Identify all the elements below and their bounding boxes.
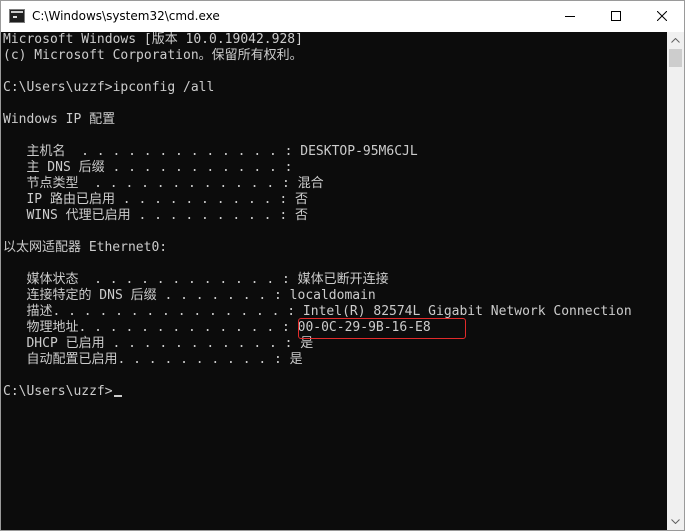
- close-icon: [657, 11, 667, 21]
- console-line: 媒体状态 . . . . . . . . . . . . : 媒体已断开连接: [3, 272, 389, 287]
- scroll-up-arrow-icon: [671, 38, 680, 43]
- cmd-window: C:\Windows\system32\cmd.exe Microsoft Wi…: [0, 0, 685, 531]
- console-line: (c) Microsoft Corporation。保留所有权利。: [3, 48, 303, 63]
- minimize-button[interactable]: [547, 1, 593, 32]
- console-line: WINS 代理已启用 . . . . . . . . . : 否: [3, 208, 308, 223]
- console-line: Windows IP 配置: [3, 112, 116, 127]
- console-output[interactable]: Microsoft Windows [版本 10.0.19042.928] (c…: [1, 32, 667, 530]
- close-button[interactable]: [639, 1, 685, 32]
- window-title: C:\Windows\system32\cmd.exe: [32, 9, 220, 23]
- console-prompt: C:\Users\uzzf>: [3, 384, 113, 399]
- maximize-button[interactable]: [593, 1, 639, 32]
- console-line: 连接特定的 DNS 后缀 . . . . . . . : localdomain: [3, 288, 376, 303]
- console-line: 节点类型 . . . . . . . . . . . . : 混合: [3, 176, 324, 191]
- console-line: C:\Users\uzzf>ipconfig /all: [3, 80, 215, 95]
- mac-address-highlight: [298, 318, 466, 339]
- console-line: DHCP 已启用 . . . . . . . . . . . : 是: [3, 336, 314, 351]
- console-line: 以太网适配器 Ethernet0:: [3, 240, 168, 255]
- maximize-icon: [611, 11, 621, 21]
- console-line: 主 DNS 后缀 . . . . . . . . . . . :: [3, 160, 293, 175]
- console-line: IP 路由已启用 . . . . . . . . . . : 否: [3, 192, 308, 207]
- scroll-down-button[interactable]: [667, 513, 684, 530]
- title-bar[interactable]: C:\Windows\system32\cmd.exe: [1, 1, 684, 32]
- vertical-scrollbar[interactable]: [667, 32, 684, 530]
- minimize-icon: [565, 16, 575, 17]
- console-line: 主机名 . . . . . . . . . . . . . : DESKTOP-…: [3, 144, 418, 159]
- console-line: Microsoft Windows [版本 10.0.19042.928]: [3, 32, 303, 47]
- scroll-thumb[interactable]: [669, 49, 682, 67]
- text-cursor: [114, 395, 122, 397]
- scroll-down-arrow-icon: [671, 519, 680, 524]
- scroll-up-button[interactable]: [667, 32, 684, 49]
- console-line: 自动配置已启用. . . . . . . . . . : 是: [3, 352, 303, 367]
- cmd-console-icon: [9, 9, 25, 23]
